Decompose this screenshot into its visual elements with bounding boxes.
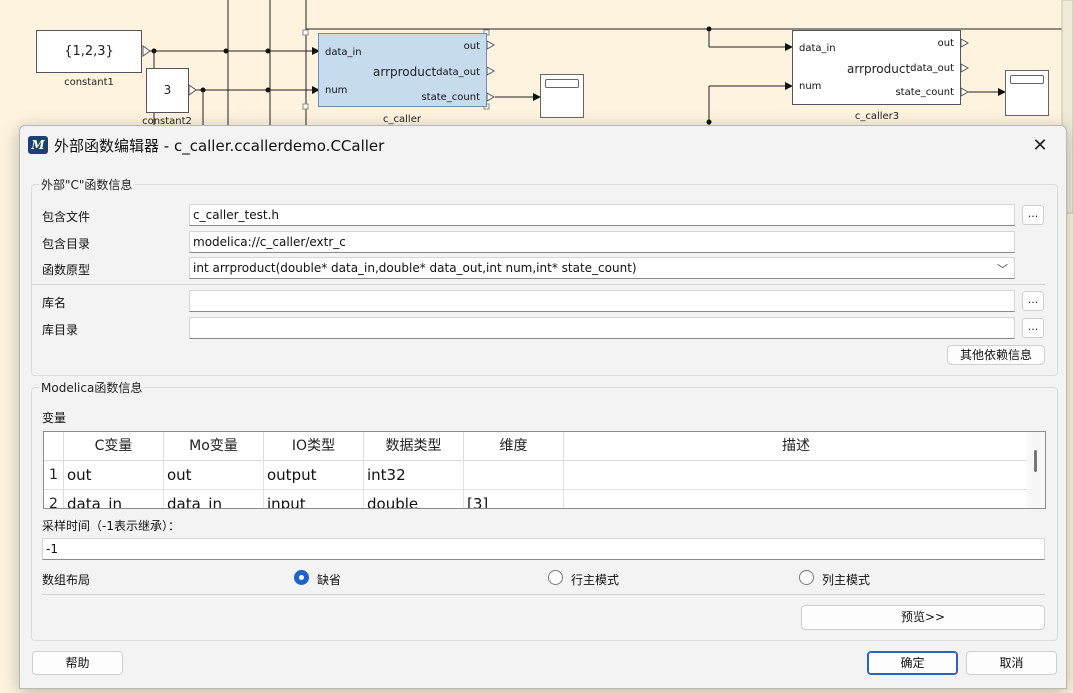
lib-name-input[interactable]: [189, 290, 1015, 312]
c-caller-block[interactable]: data_in num arrproduct out data_out stat…: [318, 33, 487, 107]
constant2-value: 3: [163, 83, 172, 97]
column-header-data-type[interactable]: 数据类型: [364, 432, 464, 461]
c-caller-port-state-count: state_count: [421, 92, 480, 103]
c-caller-port-data-out: data_out: [436, 67, 480, 78]
lib-name-label: 库名: [42, 296, 67, 310]
table-cell-dimension[interactable]: [3]: [464, 490, 564, 508]
c-caller-function-name: arrproduct: [373, 65, 437, 79]
table-cell-description[interactable]: [564, 490, 1029, 508]
table-cell-c-var[interactable]: data_in: [64, 490, 164, 508]
variables-table[interactable]: C变量 Mo变量 IO类型 数据类型 维度 描述 1 out out outpu…: [43, 431, 1046, 509]
prototype-label: 函数原型: [42, 263, 91, 277]
layout-column-major-label[interactable]: 列主模式: [822, 571, 870, 588]
c-caller-caption: c_caller: [383, 114, 421, 125]
row-number[interactable]: 1: [44, 461, 64, 490]
c-caller3-port-state-count: state_count: [895, 87, 954, 98]
preview-button[interactable]: 预览>>: [801, 605, 1045, 630]
other-dependencies-button[interactable]: 其他依赖信息: [947, 345, 1045, 365]
dialog-titlebar[interactable]: M 外部函数编辑器 - c_caller.ccallerdemo.CCaller…: [20, 126, 1066, 164]
constant2-block[interactable]: 3: [146, 68, 189, 113]
table-corner: [44, 432, 64, 461]
help-button[interactable]: 帮助: [32, 651, 123, 675]
cancel-button[interactable]: 取消: [966, 651, 1057, 675]
constant1-block[interactable]: {1,2,3}: [36, 30, 142, 73]
app-logo-icon: M: [28, 136, 48, 154]
dialog-title: 外部函数编辑器 - c_caller.ccallerdemo.CCaller: [54, 137, 385, 155]
include-dir-input[interactable]: modelica://c_caller/extr_c: [189, 231, 1015, 253]
c-caller3-block[interactable]: data_in num arrproduct out data_out stat…: [792, 30, 961, 105]
array-layout-label: 数组布局: [42, 573, 91, 587]
external-function-editor-dialog: M 外部函数编辑器 - c_caller.ccallerdemo.CCaller…: [19, 125, 1067, 689]
table-cell-mo-var[interactable]: data_in: [164, 490, 264, 508]
c-caller3-function-name: arrproduct: [847, 62, 911, 76]
modelica-function-group: [31, 387, 1058, 641]
scrollbar-thumb[interactable]: [1034, 450, 1037, 472]
c-caller3-caption: c_caller3: [854, 111, 900, 122]
c-caller3-port-num: num: [799, 81, 822, 92]
layout-row-major-radio[interactable]: [548, 570, 563, 585]
constant1-caption: constant1: [64, 77, 114, 88]
prototype-select[interactable]: int arrproduct(double* data_in,double* d…: [189, 257, 1015, 279]
column-header-mo-var[interactable]: Mo变量: [164, 432, 264, 461]
close-button[interactable]: ✕: [1020, 130, 1060, 160]
layout-default-radio[interactable]: [294, 570, 309, 585]
include-file-value: c_caller_test.h: [193, 208, 279, 222]
sample-time-value: -1: [46, 542, 58, 556]
close-icon: ✕: [1032, 134, 1048, 156]
column-header-dimension[interactable]: 维度: [464, 432, 564, 461]
column-header-c-var[interactable]: C变量: [64, 432, 164, 461]
sample-time-label: 采样时间（-1表示继承）：: [42, 519, 180, 533]
c-caller3-port-data-out: data_out: [910, 63, 954, 74]
include-dir-value: modelica://c_caller/extr_c: [193, 235, 346, 249]
include-dir-label: 包含目录: [42, 237, 91, 251]
sample-time-input[interactable]: -1: [42, 538, 1045, 560]
include-file-label: 包含文件: [42, 210, 91, 224]
layout-column-major-radio[interactable]: [799, 570, 814, 585]
ok-button[interactable]: 确定: [867, 651, 958, 675]
scope-block-2[interactable]: [1005, 70, 1049, 116]
scope-screen: [545, 79, 579, 88]
layout-row-major-label[interactable]: 行主模式: [571, 571, 619, 588]
modelica-function-group-title: Modelica函数信息: [39, 379, 145, 396]
prototype-value: int arrproduct(double* data_in,double* d…: [193, 261, 637, 275]
c-caller-port-data-in: data_in: [325, 47, 362, 58]
layout-default-label[interactable]: 缺省: [317, 571, 341, 588]
lib-dir-input[interactable]: [189, 317, 1015, 339]
c-caller-port-out: out: [463, 41, 480, 52]
table-cell-io-type[interactable]: input: [264, 490, 364, 508]
constant1-value: {1,2,3}: [64, 44, 114, 59]
scope-block-1[interactable]: [540, 74, 584, 118]
chevron-down-icon: ﹀: [997, 263, 1008, 276]
column-header-io-type[interactable]: IO类型: [264, 432, 364, 461]
table-cell-io-type[interactable]: output: [264, 461, 364, 490]
lib-name-browse-button[interactable]: ...: [1022, 291, 1044, 311]
lib-dir-label: 库目录: [42, 323, 79, 337]
lib-dir-browse-button[interactable]: ...: [1022, 318, 1044, 338]
layout-divider: [42, 594, 1045, 595]
c-group-divider: [32, 284, 1045, 285]
include-file-browse-button[interactable]: ...: [1022, 205, 1044, 225]
table-cell-mo-var[interactable]: out: [164, 461, 264, 490]
table-cell-c-var[interactable]: out: [64, 461, 164, 490]
c-caller3-port-out: out: [937, 38, 954, 49]
c-caller-port-num: num: [325, 85, 348, 96]
scope-screen: [1010, 75, 1044, 84]
table-cell-data-type[interactable]: double: [364, 490, 464, 508]
table-cell-dimension[interactable]: [464, 461, 564, 490]
variables-label: 变量: [42, 411, 67, 425]
column-header-description[interactable]: 描述: [564, 432, 1029, 461]
table-cell-data-type[interactable]: int32: [364, 461, 464, 490]
row-number[interactable]: 2: [44, 490, 64, 508]
table-scrollbar[interactable]: [1027, 432, 1045, 508]
include-file-input[interactable]: c_caller_test.h: [189, 204, 1015, 226]
table-cell-description[interactable]: [564, 461, 1029, 490]
c-function-group-title: 外部"C"函数信息: [39, 176, 135, 193]
c-caller3-port-data-in: data_in: [799, 43, 836, 54]
